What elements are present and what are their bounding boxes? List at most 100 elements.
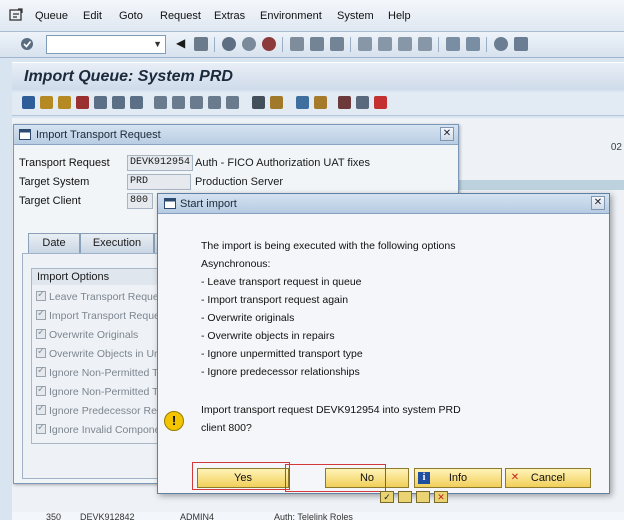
info-button[interactable]: i Info [414, 468, 502, 488]
dialog-header: Start import ✕ [158, 194, 609, 214]
option-ignore-non-permitted-table: Ignore Non-Permitted Ta [36, 386, 164, 400]
sap-menu-icon[interactable] [9, 8, 23, 22]
shortcut-icon[interactable] [466, 37, 480, 51]
option-ignore-invalid-component: Ignore Invalid Compone [36, 424, 164, 438]
details-icon[interactable] [190, 96, 203, 109]
menu-item-queue[interactable]: Queue [35, 10, 68, 22]
underlying-button-strip: ✓ ✕ [380, 489, 454, 505]
truck-icon[interactable] [270, 96, 283, 109]
filter-icon[interactable] [112, 96, 125, 109]
tools-icon[interactable] [154, 96, 167, 109]
zoom-icon[interactable] [94, 96, 107, 109]
page-title: Import Queue: System PRD [24, 68, 233, 85]
tree-icon[interactable] [130, 96, 143, 109]
cancel-icon[interactable] [262, 37, 276, 51]
option-ignore-predecessor: Ignore Predecessor Relati [36, 405, 164, 419]
layout-menu-icon[interactable] [514, 37, 528, 51]
highlight-frame [285, 464, 386, 492]
previous-page-icon[interactable] [378, 37, 392, 51]
target-client-input[interactable]: 800 [127, 193, 153, 209]
find-icon[interactable] [416, 491, 430, 503]
menu-item-edit[interactable]: Edit [83, 10, 102, 22]
refresh-icon[interactable] [22, 96, 35, 109]
table-row[interactable]: 350 DEVK912842 ADMIN4 Auth: Telelink Rol… [12, 512, 624, 520]
checkbox [36, 424, 46, 434]
export-icon[interactable] [338, 96, 351, 109]
checkbox [36, 367, 46, 377]
checkbox [36, 291, 46, 301]
check-icon[interactable]: ✓ [380, 491, 394, 503]
command-field[interactable]: ▼ [46, 35, 166, 54]
import-all-icon[interactable] [58, 96, 71, 109]
help-red-icon[interactable] [374, 96, 387, 109]
find-next-icon[interactable] [330, 37, 344, 51]
message-line: - Leave transport request in queue [201, 276, 362, 288]
import-options-group: Import Options Leave Transport Request I… [31, 268, 165, 444]
last-page-icon[interactable] [418, 37, 432, 51]
option-leave-transport-request: Leave Transport Request [36, 291, 164, 305]
print-icon[interactable] [398, 491, 412, 503]
option-ignore-non-permitted-transport: Ignore Non-Permitted Tra [36, 367, 164, 381]
tab-date[interactable]: Date [28, 233, 80, 253]
menu-item-request[interactable]: Request [160, 10, 201, 22]
chevron-down-icon[interactable]: ▼ [153, 39, 162, 49]
option-import-again: Import Transport Reques [36, 310, 164, 324]
checkbox [36, 386, 46, 396]
enter-check-icon[interactable] [20, 37, 34, 51]
monitor-icon[interactable] [296, 96, 309, 109]
menu-bar: Queue Edit Goto Request Extras Environme… [0, 0, 624, 32]
menu-item-extras[interactable]: Extras [214, 10, 245, 22]
exclamation-icon: ! [164, 411, 184, 431]
checkbox [36, 329, 46, 339]
message-line: The import is being executed with the fo… [201, 240, 456, 252]
checkbox [36, 310, 46, 320]
close-icon[interactable]: ✕ [591, 196, 605, 210]
find-icon[interactable] [310, 37, 324, 51]
option-overwrite-originals: Overwrite Originals [36, 329, 164, 343]
menu-item-system[interactable]: System [337, 10, 374, 22]
menu-item-help[interactable]: Help [388, 10, 411, 22]
next-page-icon[interactable] [398, 37, 412, 51]
print-icon[interactable] [290, 37, 304, 51]
dialog-icon [164, 198, 176, 209]
exit-icon[interactable] [242, 37, 256, 51]
import-request-icon[interactable] [40, 96, 53, 109]
toolbar-divider [438, 37, 439, 52]
toolbar-divider [214, 37, 215, 52]
standard-toolbar: ▼ ◀ [0, 32, 624, 58]
cancel-x-icon: ✕ [510, 472, 520, 483]
selected-row-highlight [457, 180, 624, 190]
dialog-header: Import Transport Request ✕ [14, 125, 458, 145]
settings-icon[interactable] [314, 96, 327, 109]
target-system-field: Target System PRD Production Server [19, 174, 284, 190]
lock-icon[interactable] [252, 96, 265, 109]
question-text: client 800? [201, 422, 252, 434]
edit-icon[interactable] [208, 96, 221, 109]
checkbox [36, 405, 46, 415]
back-icon[interactable] [222, 37, 236, 51]
transport-request-input[interactable]: DEVK912954 [127, 155, 194, 171]
transport-request-field: Transport Request DEVK912954 Auth - FICO… [19, 155, 371, 171]
first-page-icon[interactable] [358, 37, 372, 51]
dialog-icon [19, 129, 31, 140]
cancel-button[interactable]: ✕ Cancel [505, 468, 591, 488]
list-icon[interactable] [172, 96, 185, 109]
new-session-icon[interactable] [446, 37, 460, 51]
target-system-input[interactable]: PRD [127, 174, 191, 190]
document-icon[interactable] [226, 96, 239, 109]
menu-item-environment[interactable]: Environment [260, 10, 322, 22]
question-text: Import transport request DEVK912954 into… [201, 404, 461, 416]
back-arrow-icon[interactable]: ◀ [176, 36, 190, 50]
cancel-x-icon[interactable]: ✕ [434, 491, 448, 503]
delete-icon[interactable] [76, 96, 89, 109]
close-icon[interactable]: ✕ [440, 127, 454, 141]
toolbar-divider [486, 37, 487, 52]
option-overwrite-objects: Overwrite Objects in Unc [36, 348, 164, 362]
help-icon[interactable] [494, 37, 508, 51]
tab-execution[interactable]: Execution [80, 233, 154, 253]
dialog-title: Import Transport Request [36, 129, 161, 141]
message-line: - Ignore predecessor relationships [201, 366, 360, 378]
save-icon[interactable] [194, 37, 208, 51]
grid-icon[interactable] [356, 96, 369, 109]
menu-item-goto[interactable]: Goto [119, 10, 143, 22]
